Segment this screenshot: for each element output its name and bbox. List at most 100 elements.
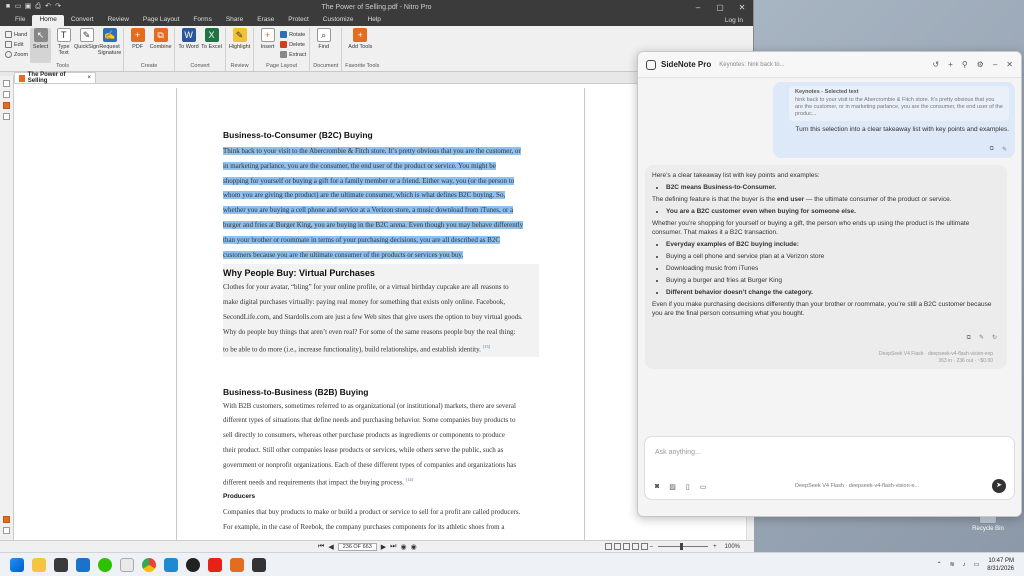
insert-button[interactable]: + Insert [257, 28, 278, 63]
comment-icon[interactable] [3, 516, 10, 523]
chat-app-icon[interactable] [252, 557, 266, 572]
edit-message-icon[interactable]: ✎ [1002, 146, 1007, 153]
slack-icon[interactable] [120, 557, 134, 572]
file-explorer-icon[interactable] [32, 557, 46, 572]
outlook-icon[interactable] [76, 557, 90, 572]
combine-button[interactable]: ⧉ Combine [150, 28, 172, 63]
forward-view-icon[interactable]: ◉ [411, 543, 417, 551]
copy-answer-icon[interactable]: ⧉ [967, 334, 971, 343]
zoom-level[interactable]: 100% [725, 544, 740, 550]
pin-icon[interactable]: ⚲ [962, 60, 968, 69]
folder-icon[interactable]: ▭ [700, 483, 707, 491]
undo-icon[interactable]: ↶ [44, 3, 52, 11]
tab-share[interactable]: Share [219, 15, 250, 26]
close-tab-icon[interactable]: × [87, 75, 91, 81]
maximize-icon[interactable]: ▢ [709, 3, 731, 12]
tray-chevron-icon[interactable]: ⌃ [937, 561, 942, 568]
clock[interactable]: 10:47 PM 8/31/2026 [987, 557, 1014, 573]
camera-icon[interactable]: ◙ [655, 483, 659, 491]
edit-tool-button[interactable]: Edit [5, 40, 28, 49]
fit-page-icon[interactable] [631, 543, 639, 550]
document-tab[interactable]: The Power of Selling × [14, 72, 96, 84]
zoom-in-icon[interactable]: + [713, 544, 717, 550]
document-icon[interactable]: ▯ [686, 483, 690, 491]
history-icon[interactable]: ↺ [932, 60, 939, 69]
zoom-tool-button[interactable]: Zoom [5, 50, 28, 59]
chrome-icon[interactable] [142, 557, 156, 572]
last-page-icon[interactable]: ⏭ [390, 543, 396, 551]
facing-view-icon[interactable] [622, 543, 630, 550]
pdf-button[interactable]: + PDF [127, 28, 148, 63]
wifi-icon[interactable]: ≋ [950, 561, 955, 568]
new-chat-icon[interactable]: + [948, 60, 953, 69]
image-icon[interactable]: ▨ [669, 483, 676, 491]
github-icon[interactable] [186, 557, 200, 572]
highlight-button[interactable]: ✎ Highlight [229, 28, 250, 63]
vscode-icon[interactable] [164, 557, 178, 572]
select-button[interactable]: ↖ Select [30, 28, 52, 63]
output-icon[interactable] [3, 527, 10, 534]
bookmarks-panel-icon[interactable] [3, 91, 10, 98]
start-icon[interactable] [10, 557, 24, 572]
rotate-button[interactable]: Rotate [280, 30, 306, 39]
youtube-icon[interactable] [208, 557, 222, 572]
single-page-view-icon[interactable] [604, 543, 612, 550]
message-input[interactable]: Ask anything... [655, 449, 701, 456]
tab-review[interactable]: Review [101, 15, 136, 26]
highlighted-paragraph[interactable]: Think back to your visit to the Abercrom… [223, 144, 539, 262]
first-page-icon[interactable]: ⏮ [318, 543, 324, 551]
hand-tool-button[interactable]: Hand [5, 30, 28, 39]
page-content[interactable]: Business-to-Consumer (B2C) Buying Think … [223, 128, 539, 534]
insert-answer-icon[interactable]: ✎ [979, 334, 984, 343]
continuous-view-icon[interactable] [613, 543, 621, 550]
model-selector[interactable]: DeepSeek V4 Flash · deepseek-v4-flash-vi… [795, 483, 919, 489]
extract-button[interactable]: Extract [280, 50, 306, 59]
type-text-button[interactable]: T Type Text [53, 28, 74, 63]
zoom-out-icon[interactable]: – [650, 544, 653, 550]
close-icon[interactable]: ✕ [731, 3, 753, 12]
fit-width-icon[interactable] [640, 543, 648, 550]
battery-icon[interactable]: ▭ [974, 561, 980, 568]
tab-convert[interactable]: Convert [64, 15, 101, 26]
previous-page-icon[interactable]: ◀ [328, 543, 333, 551]
tab-page-layout[interactable]: Page Layout [136, 15, 187, 26]
volume-icon[interactable]: ♪ [963, 562, 966, 568]
add-tools-button[interactable]: + Add Tools [345, 28, 375, 63]
footnote-ref[interactable]: [13] [483, 344, 491, 349]
settings-icon[interactable]: ⚙ [977, 60, 984, 69]
to-excel-button[interactable]: X To Excel [201, 28, 222, 63]
to-word-button[interactable]: W To Word [178, 28, 199, 63]
tab-erase[interactable]: Erase [250, 15, 281, 26]
attachments-panel-icon[interactable] [3, 102, 10, 109]
zoom-slider[interactable] [658, 543, 709, 550]
regenerate-icon[interactable]: ↻ [992, 334, 997, 343]
minimize-panel-icon[interactable]: – [993, 60, 997, 69]
back-view-icon[interactable]: ◉ [400, 543, 406, 551]
find-button[interactable]: ⌕ Find [313, 28, 334, 63]
print-icon[interactable]: ⎙ [34, 3, 42, 11]
tab-file[interactable]: File [8, 15, 32, 26]
tab-help[interactable]: Help [361, 15, 388, 26]
wechat-icon[interactable] [98, 557, 112, 572]
save-icon[interactable]: ▣ [24, 3, 32, 11]
nitro-app-icon[interactable] [230, 557, 244, 572]
send-icon[interactable]: ➤ [992, 479, 1006, 493]
quicksign-button[interactable]: ✎ QuickSign [74, 28, 99, 63]
next-page-icon[interactable]: ▶ [381, 543, 386, 551]
redo-icon[interactable]: ↷ [54, 3, 62, 11]
tab-forms[interactable]: Forms [186, 15, 218, 26]
open-icon[interactable]: ▭ [14, 3, 22, 11]
tab-home[interactable]: Home [32, 15, 64, 26]
comments-panel-icon[interactable] [3, 113, 10, 120]
login-link[interactable]: Log In [715, 17, 753, 26]
store-icon[interactable] [54, 557, 68, 572]
delete-button[interactable]: Delete [280, 40, 306, 49]
page-number-field[interactable]: 236 OF 663 [337, 542, 377, 551]
tab-protect[interactable]: Protect [281, 15, 316, 26]
request-signature-button[interactable]: ✍ Request Signature [98, 28, 121, 63]
tab-customize[interactable]: Customize [316, 15, 361, 26]
pages-panel-icon[interactable] [3, 80, 10, 87]
close-panel-icon[interactable]: ✕ [1006, 60, 1013, 69]
minimize-icon[interactable]: – [687, 3, 709, 12]
footnote-ref[interactable]: [14] [406, 477, 414, 482]
